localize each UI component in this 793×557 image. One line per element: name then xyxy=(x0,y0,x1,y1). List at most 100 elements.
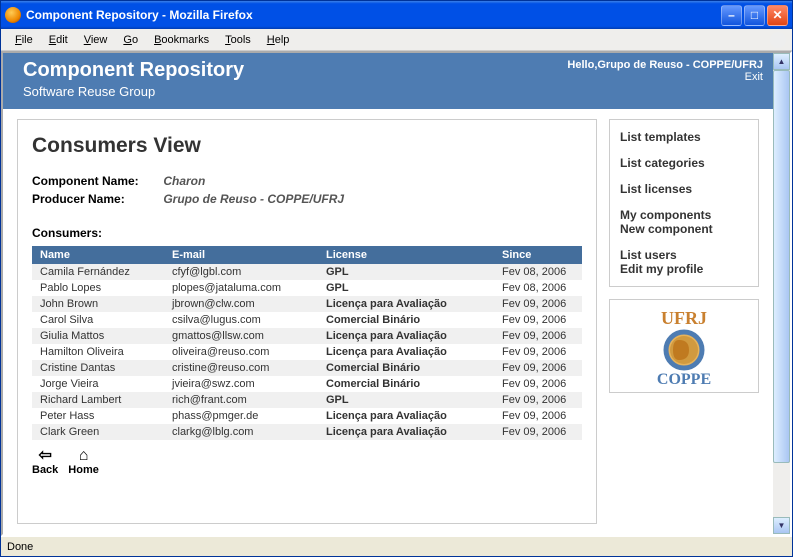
menu-edit[interactable]: Edit xyxy=(41,32,76,48)
cell-name: Carol Silva xyxy=(32,312,164,328)
content-area: Component Repository Software Reuse Grou… xyxy=(1,51,792,536)
window-frame: Component Repository - Mozilla Firefox –… xyxy=(0,0,793,557)
menu-tools[interactable]: Tools xyxy=(217,32,259,48)
exit-link[interactable]: Exit xyxy=(567,71,763,83)
cell-name: John Brown xyxy=(32,296,164,312)
scroll-track[interactable] xyxy=(773,70,790,517)
cell-email: plopes@jataluma.com xyxy=(164,280,318,296)
scroll-thumb[interactable] xyxy=(773,70,790,463)
component-name-row: Component Name: Charon xyxy=(32,174,582,188)
menu-help[interactable]: Help xyxy=(259,32,298,48)
cell-since: Fev 09, 2006 xyxy=(494,392,582,408)
home-icon: ⌂ xyxy=(79,448,89,464)
scroll-down-button[interactable]: ▼ xyxy=(773,517,790,534)
greeting-text: Hello,Grupo de Reuso - COPPE/UFRJ xyxy=(567,59,763,71)
svg-text:COPPE: COPPE xyxy=(657,371,711,386)
maximize-button[interactable]: □ xyxy=(744,5,765,26)
component-name-value: Charon xyxy=(163,174,205,188)
consumers-table: Name E-mail License Since Camila Fernánd… xyxy=(32,246,582,440)
cell-license: Comercial Binário xyxy=(318,360,494,376)
cell-license: Comercial Binário xyxy=(318,312,494,328)
window-buttons: – □ ✕ xyxy=(721,5,788,26)
cell-email: oliveira@reuso.com xyxy=(164,344,318,360)
titlebar[interactable]: Component Repository - Mozilla Firefox –… xyxy=(1,1,792,29)
cell-name: Giulia Mattos xyxy=(32,328,164,344)
cell-email: cristine@reuso.com xyxy=(164,360,318,376)
viewport: Component Repository Software Reuse Grou… xyxy=(3,53,773,534)
cell-name: Richard Lambert xyxy=(32,392,164,408)
side-link-list-licenses[interactable]: List licenses xyxy=(620,182,748,196)
site-header: Component Repository Software Reuse Grou… xyxy=(3,53,773,109)
menu-view[interactable]: View xyxy=(76,32,116,48)
back-button[interactable]: ⇦ Back xyxy=(32,448,58,476)
side-link-my-components[interactable]: My components xyxy=(620,208,748,222)
svg-text:UFRJ: UFRJ xyxy=(661,308,707,328)
home-label: Home xyxy=(68,464,99,476)
menubar: FileEditViewGoBookmarksToolsHelp xyxy=(1,29,792,51)
side-link-list-templates[interactable]: List templates xyxy=(620,130,748,144)
table-row: Clark Greenclarkg@lblg.comLicença para A… xyxy=(32,424,582,440)
table-row: Peter Hassphass@pmger.deLicença para Ava… xyxy=(32,408,582,424)
cell-since: Fev 09, 2006 xyxy=(494,424,582,440)
cell-license: Licença para Avaliação xyxy=(318,296,494,312)
brand-block: Component Repository Software Reuse Grou… xyxy=(23,59,244,99)
logo-box: UFRJ COPPE xyxy=(609,299,759,393)
table-row: Giulia Mattosgmattos@llsw.comLicença par… xyxy=(32,328,582,344)
col-name: Name xyxy=(32,246,164,264)
producer-name-row: Producer Name: Grupo de Reuso - COPPE/UF… xyxy=(32,192,582,206)
side-link-group: List licenses xyxy=(620,182,748,196)
menu-go[interactable]: Go xyxy=(115,32,146,48)
cell-email: gmattos@llsw.com xyxy=(164,328,318,344)
ufrj-coppe-logo-icon: UFRJ COPPE xyxy=(639,306,729,386)
side-link-group: My componentsNew component xyxy=(620,208,748,236)
side-link-list-users[interactable]: List users xyxy=(620,248,748,262)
user-area: Hello,Grupo de Reuso - COPPE/UFRJ Exit xyxy=(567,59,763,99)
side-link-new-component[interactable]: New component xyxy=(620,222,748,236)
cell-since: Fev 09, 2006 xyxy=(494,296,582,312)
cell-email: jvieira@swz.com xyxy=(164,376,318,392)
menu-file[interactable]: File xyxy=(7,32,41,48)
minimize-button[interactable]: – xyxy=(721,5,742,26)
cell-license: Licença para Avaliação xyxy=(318,344,494,360)
cell-name: Clark Green xyxy=(32,424,164,440)
cell-license: GPL xyxy=(318,264,494,280)
side-link-group: List usersEdit my profile xyxy=(620,248,748,276)
close-button[interactable]: ✕ xyxy=(767,5,788,26)
cell-email: csilva@lugus.com xyxy=(164,312,318,328)
cell-name: Camila Fernández xyxy=(32,264,164,280)
page-title: Consumers View xyxy=(32,134,582,158)
side-link-list-categories[interactable]: List categories xyxy=(620,156,748,170)
consumers-label: Consumers: xyxy=(32,226,582,240)
cell-name: Hamilton Oliveira xyxy=(32,344,164,360)
producer-name-value: Grupo de Reuso - COPPE/UFRJ xyxy=(163,192,344,206)
table-row: Jorge Vieirajvieira@swz.comComercial Bin… xyxy=(32,376,582,392)
table-row: Hamilton Oliveiraoliveira@reuso.comLicen… xyxy=(32,344,582,360)
cell-since: Fev 08, 2006 xyxy=(494,264,582,280)
cell-since: Fev 09, 2006 xyxy=(494,312,582,328)
cell-name: Cristine Dantas xyxy=(32,360,164,376)
col-email: E-mail xyxy=(164,246,318,264)
table-row: Pablo Lopesplopes@jataluma.comGPLFev 08,… xyxy=(32,280,582,296)
cell-email: rich@frant.com xyxy=(164,392,318,408)
side-link-group: List templates xyxy=(620,130,748,144)
col-license: License xyxy=(318,246,494,264)
site-title: Component Repository xyxy=(23,59,244,82)
activity-indicator-icon xyxy=(770,32,786,48)
side-panel: List templates List categories List licens… xyxy=(609,119,759,524)
cell-name: Peter Hass xyxy=(32,408,164,424)
status-text: Done xyxy=(7,541,33,553)
table-row: John Brownjbrown@clw.comLicença para Ava… xyxy=(32,296,582,312)
home-button[interactable]: ⌂ Home xyxy=(68,448,99,476)
statusbar: Done xyxy=(1,536,792,556)
side-link-edit-my-profile[interactable]: Edit my profile xyxy=(620,262,748,276)
cell-since: Fev 09, 2006 xyxy=(494,344,582,360)
cell-license: Comercial Binário xyxy=(318,376,494,392)
side-links-box: List templates List categories List licens… xyxy=(609,119,759,287)
vertical-scrollbar[interactable]: ▲ ▼ xyxy=(773,53,790,534)
table-row: Camila Fernándezcfyf@lgbl.comGPLFev 08, … xyxy=(32,264,582,280)
menu-bookmarks[interactable]: Bookmarks xyxy=(146,32,217,48)
page: Component Repository Software Reuse Grou… xyxy=(3,53,773,534)
main-panel: Consumers View Component Name: Charon Pr… xyxy=(17,119,597,524)
scroll-up-button[interactable]: ▲ xyxy=(773,53,790,70)
table-header-row: Name E-mail License Since xyxy=(32,246,582,264)
